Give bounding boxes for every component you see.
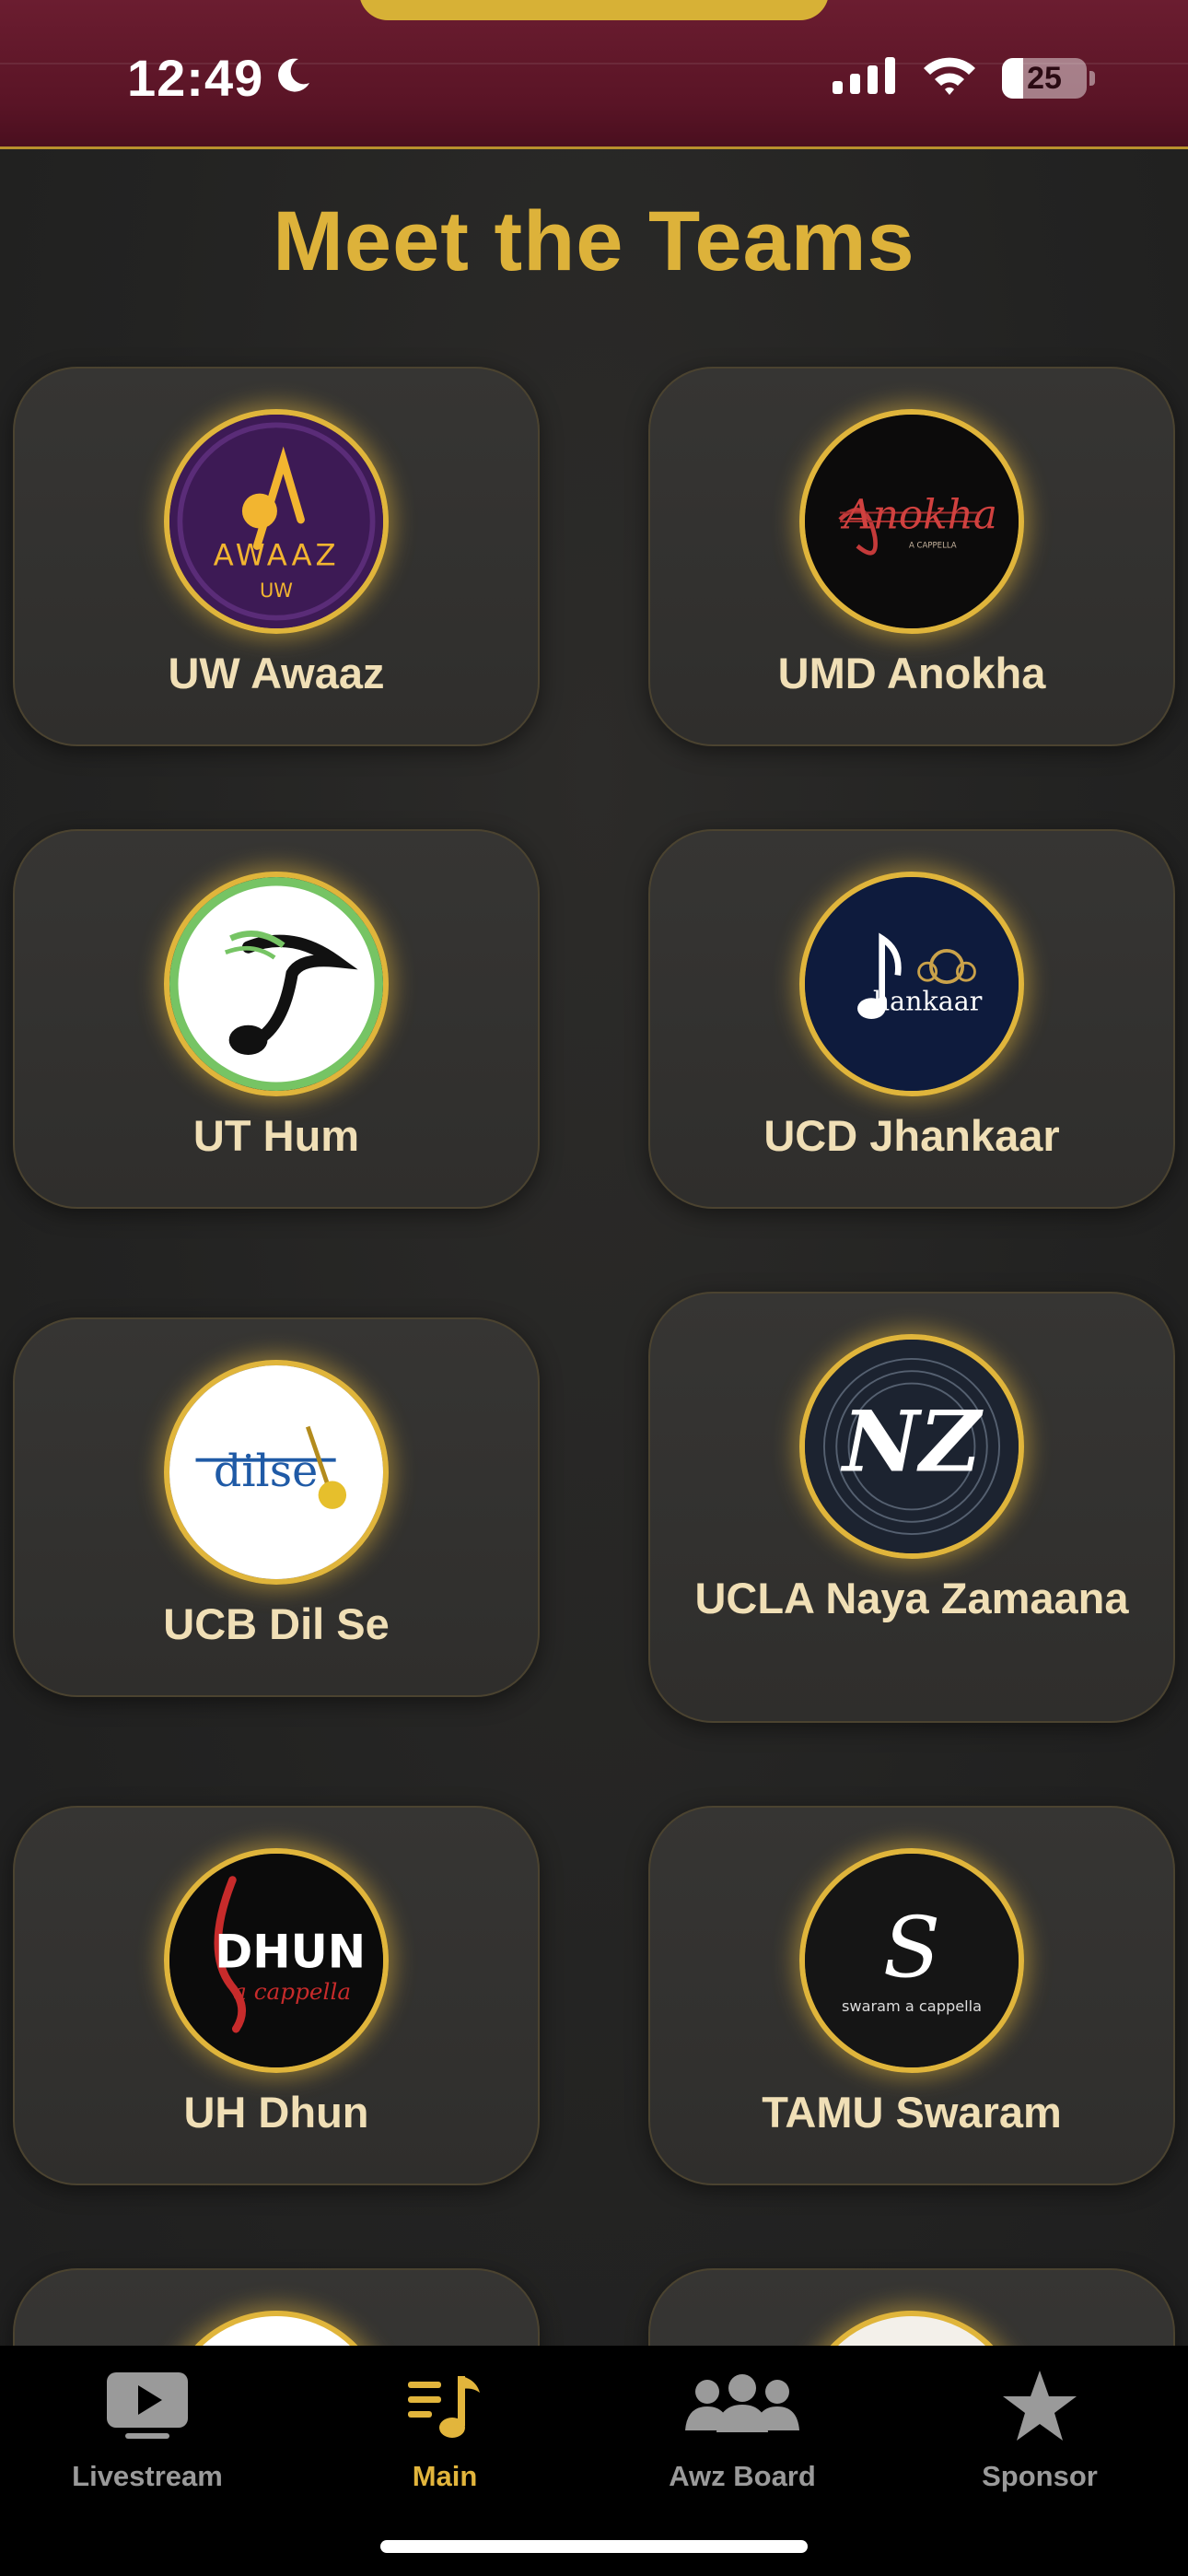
svg-text:S: S: [883, 1898, 941, 1996]
music-note-icon: [330, 2364, 560, 2447]
team-name: UH Dhun: [183, 2088, 369, 2137]
team-logo: hankaar: [799, 872, 1024, 1096]
team-logo: [164, 872, 389, 1096]
svg-text:dilse: dilse: [214, 1446, 318, 1497]
team-card-uw-awaaz[interactable]: AWAAZ UW UW Awaaz: [13, 367, 540, 746]
team-name: UCB Dil Se: [163, 1599, 390, 1648]
team-logo: AWAAZ UW: [164, 409, 389, 634]
team-name: UW Awaaz: [168, 649, 385, 697]
tab-sponsor[interactable]: Sponsor: [925, 2364, 1155, 2493]
screen: 12:49 25 Meet the Teams AWAAZ UW UW Awaa…: [0, 0, 1188, 2576]
team-logo: dilse: [164, 1360, 389, 1585]
team-card-ucd-jhankaar[interactable]: hankaar UCD Jhankaar: [648, 829, 1175, 1209]
svg-text:a cappella: a cappella: [233, 1978, 351, 2005]
status-icons: 25: [833, 55, 1095, 100]
svg-text:hankaar: hankaar: [873, 987, 983, 1017]
team-name: UMD Anokha: [777, 649, 1046, 697]
svg-text:swaram a cappella: swaram a cappella: [842, 1997, 982, 2015]
team-logo: S swaram a cappella: [799, 1848, 1024, 2073]
team-name: TAMU Swaram: [762, 2088, 1062, 2137]
page-title: Meet the Teams: [273, 194, 915, 288]
svg-text:AWAAZ: AWAAZ: [214, 538, 340, 573]
team-card-umd-anokha[interactable]: Anokha A CAPPELLA UMD Anokha: [648, 367, 1175, 746]
team-card-uh-dhun[interactable]: DHUN a cappella UH Dhun: [13, 1806, 540, 2185]
battery-indicator: 25: [1002, 57, 1095, 99]
play-icon: [32, 2364, 262, 2447]
star-icon: [925, 2364, 1155, 2447]
tab-main[interactable]: Main: [330, 2364, 560, 2493]
team-card-ucla-naya-zamaana[interactable]: NZ UCLA Naya Zamaana: [648, 1292, 1175, 1723]
moon-icon: [273, 48, 313, 108]
signal-icon: [833, 57, 897, 99]
home-indicator[interactable]: [380, 2540, 808, 2553]
status-time: 12:49: [127, 48, 313, 108]
svg-text:DHUN: DHUN: [215, 1926, 366, 1979]
team-name: UCLA Naya Zamaana: [694, 1574, 1129, 1622]
team-card-tamu-swaram[interactable]: S swaram a cappella TAMU Swaram: [648, 1806, 1175, 2185]
people-icon: [627, 2364, 857, 2447]
svg-text:NZ: NZ: [840, 1392, 984, 1492]
team-logo: NZ: [799, 1334, 1024, 1559]
header-pill: [359, 0, 829, 20]
svg-text:Anokha: Anokha: [840, 492, 997, 539]
team-logo: Anokha A CAPPELLA: [799, 409, 1024, 634]
tab-awz-board[interactable]: Awz Board: [627, 2364, 857, 2493]
wifi-icon: [921, 55, 978, 100]
team-name: UCD Jhankaar: [763, 1111, 1060, 1160]
team-name: UT Hum: [192, 1111, 360, 1160]
tab-livestream[interactable]: Livestream: [32, 2364, 262, 2493]
team-card-ucb-dil-se[interactable]: dilse UCB Dil Se: [13, 1317, 540, 1697]
svg-text:A CAPPELLA: A CAPPELLA: [909, 542, 957, 551]
team-card-ut-hum[interactable]: UT Hum: [13, 829, 540, 1209]
svg-text:UW: UW: [260, 580, 293, 602]
team-logo: DHUN a cappella: [164, 1848, 389, 2073]
